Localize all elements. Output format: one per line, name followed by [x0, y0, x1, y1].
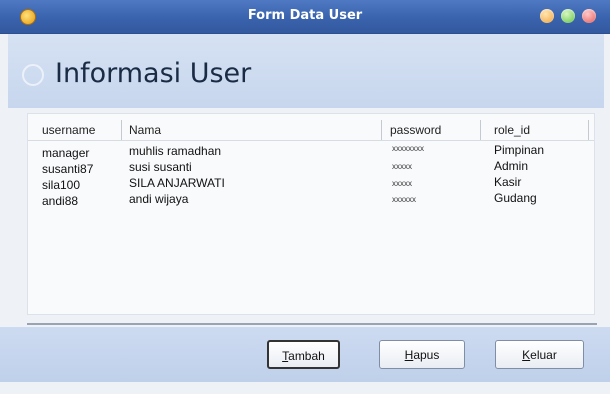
window-title: Form Data User: [247, 8, 363, 23]
keluar-label: eluar: [530, 348, 557, 362]
column-divider[interactable]: [588, 120, 589, 140]
keluar-button[interactable]: Keluar: [495, 340, 584, 369]
tambah-label: ambah: [288, 349, 325, 363]
cell-role-id[interactable]: Pimpinan: [494, 143, 544, 157]
column-header-role-id[interactable]: role_id: [494, 122, 574, 138]
column-header-username[interactable]: username: [42, 122, 124, 138]
keluar-accel-key: K: [522, 348, 531, 362]
footer-divider: [27, 323, 597, 325]
tambah-button[interactable]: Tambah: [267, 340, 340, 369]
header-decoration-icon: [22, 64, 44, 86]
column-header-nama[interactable]: Nama: [129, 122, 369, 138]
cell-username[interactable]: sila100: [42, 178, 80, 192]
cell-password[interactable]: xxxxx: [392, 160, 412, 174]
cell-password[interactable]: xxxxx: [392, 177, 412, 191]
column-header-password[interactable]: password: [390, 122, 470, 138]
page-title: Informasi User: [55, 58, 252, 89]
cell-username[interactable]: susanti87: [42, 162, 93, 176]
window-bottom-edge: [0, 382, 610, 394]
hapus-button[interactable]: Hapus: [379, 340, 465, 369]
cell-nama[interactable]: muhlis ramadhan: [129, 144, 221, 158]
column-divider[interactable]: [121, 120, 122, 140]
cell-username[interactable]: manager: [42, 146, 89, 160]
cell-role-id[interactable]: Gudang: [494, 191, 537, 205]
hapus-label: apus: [413, 348, 440, 362]
cell-password[interactable]: xxxxxxxx: [392, 142, 424, 156]
header-divider: [28, 140, 594, 141]
close-button[interactable]: [582, 9, 596, 23]
minimize-button[interactable]: [540, 9, 554, 23]
maximize-button[interactable]: [561, 9, 575, 23]
cell-nama[interactable]: SILA ANJARWATI: [129, 176, 225, 190]
hapus-accel-key: H: [404, 348, 414, 362]
cell-role-id[interactable]: Admin: [494, 159, 528, 173]
column-divider[interactable]: [381, 120, 382, 140]
title-bar[interactable]: Form Data User: [0, 0, 610, 34]
cell-role-id[interactable]: Kasir: [494, 175, 521, 189]
cell-username[interactable]: andi88: [42, 194, 78, 208]
form-data-user-window: Form Data User Informasi User username N…: [0, 0, 610, 394]
cell-nama[interactable]: susi susanti: [129, 160, 192, 174]
user-table[interactable]: username Nama password role_id manager m…: [27, 113, 595, 315]
column-divider[interactable]: [480, 120, 481, 140]
cell-nama[interactable]: andi wijaya: [129, 192, 188, 206]
cell-password[interactable]: xxxxxx: [392, 193, 416, 207]
